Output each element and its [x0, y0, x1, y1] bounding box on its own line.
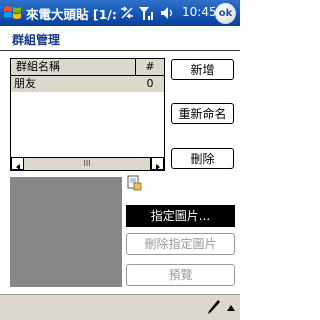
scroll-right-button[interactable] [151, 158, 164, 170]
input-selector-arrow-icon[interactable] [226, 304, 236, 312]
connectivity-icon[interactable] [118, 4, 136, 22]
remove-photo-button[interactable]: 刪除指定圖片 [126, 233, 235, 255]
assign-photo-button[interactable]: 指定圖片... [126, 205, 235, 227]
group-list[interactable]: 群組名稱 # 朋友 0 III [10, 58, 165, 171]
scroll-thumb[interactable]: III [24, 158, 151, 170]
ok-button[interactable]: ok [215, 3, 236, 24]
clock[interactable]: 10:45 [182, 5, 217, 19]
menu-bar [0, 294, 240, 320]
page-title: 群組管理 [12, 33, 61, 47]
group-count: 0 [146, 77, 154, 90]
window-title[interactable]: 來電大頭貼 [1/: [26, 4, 117, 23]
input-pen-icon[interactable] [207, 299, 221, 315]
title-bar: 來電大頭貼 [1/: 10:45 ok [0, 0, 240, 26]
signal-icon[interactable] [137, 4, 155, 22]
group-name: 朋友 [14, 77, 36, 90]
photo-preview [10, 177, 122, 287]
contact-card-icon [127, 175, 142, 191]
arrow-left-icon [16, 164, 20, 170]
column-header-group-name[interactable]: 群組名稱 [11, 59, 136, 76]
preview-button[interactable]: 預覽 [126, 264, 235, 286]
scroll-left-button[interactable] [11, 158, 24, 170]
list-item[interactable]: 朋友 0 [11, 76, 164, 92]
windows-start-icon[interactable] [2, 2, 24, 24]
divider [0, 50, 240, 51]
delete-group-button[interactable]: 刪除 [171, 148, 234, 169]
column-header-count[interactable]: # [136, 59, 164, 76]
horizontal-scrollbar[interactable]: III [11, 157, 164, 170]
rename-group-button[interactable]: 重新命名 [171, 103, 234, 124]
arrow-right-icon [156, 164, 160, 170]
new-group-button[interactable]: 新增 [171, 59, 234, 80]
volume-icon[interactable] [158, 4, 176, 22]
